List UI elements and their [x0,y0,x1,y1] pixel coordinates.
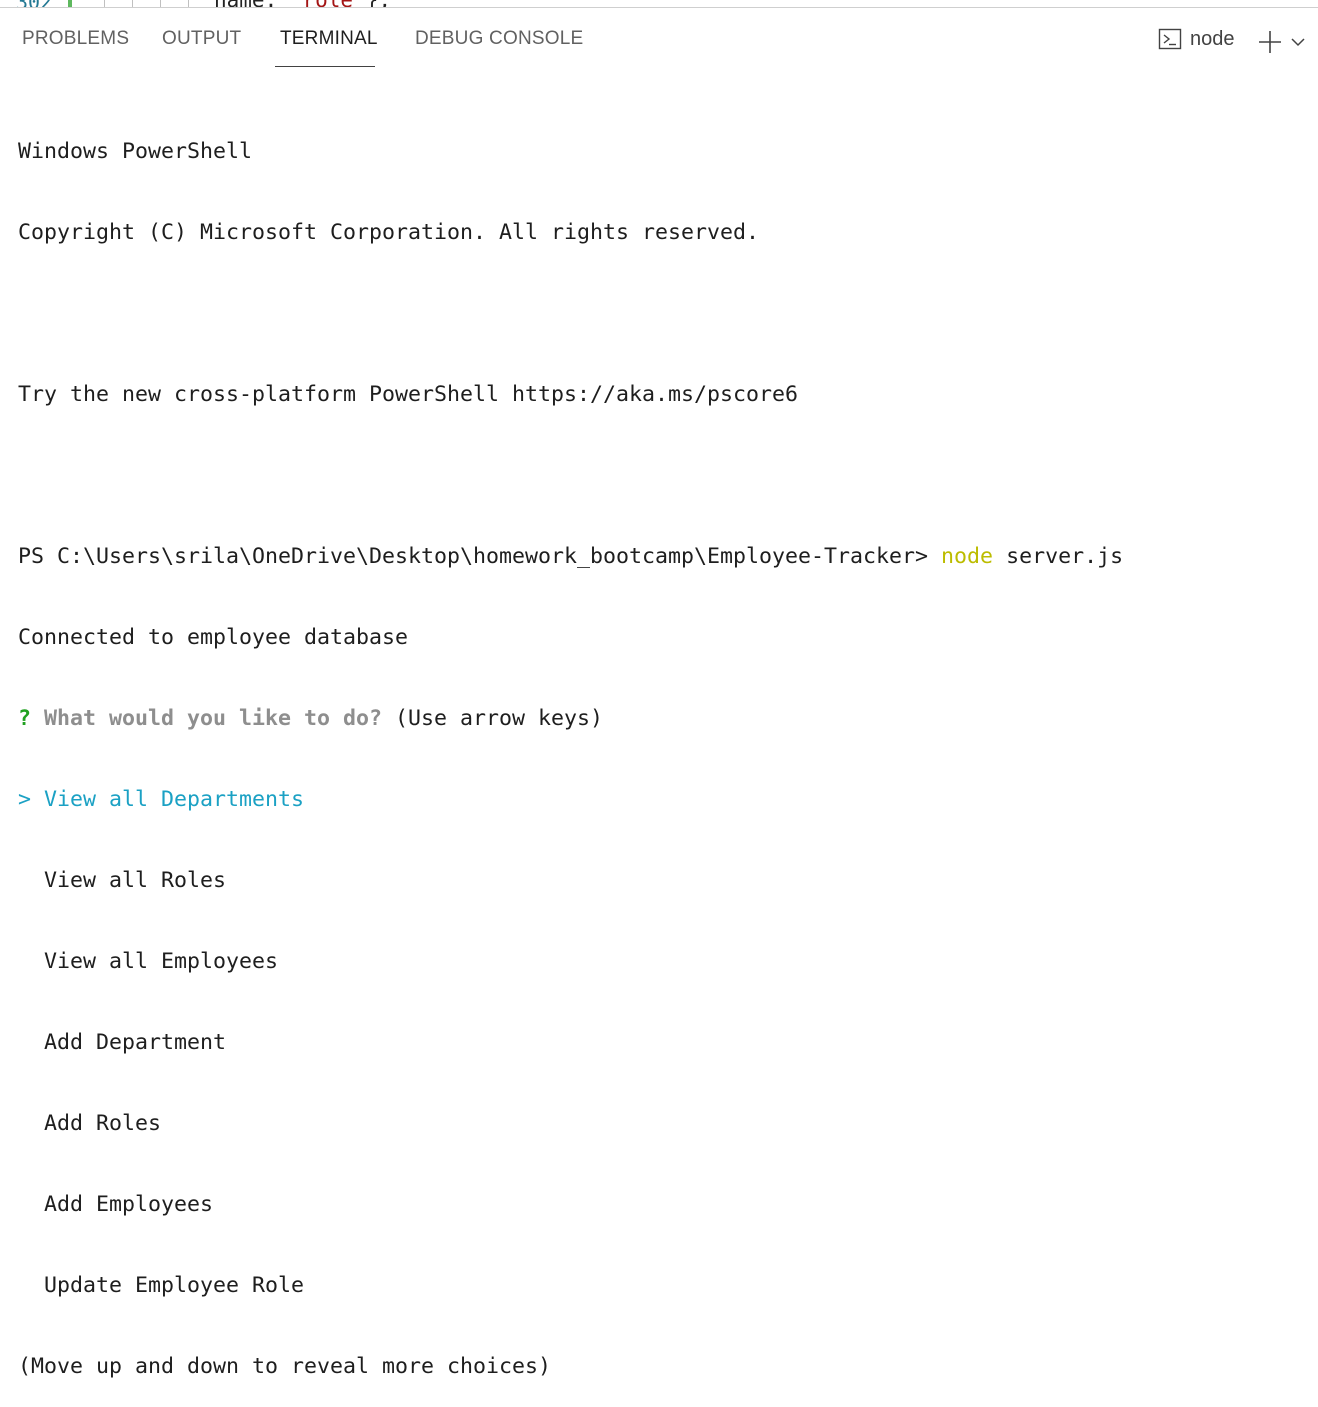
tab-output[interactable]: OUTPUT [162,8,241,67]
choice-label: Update Employee Role [44,1273,305,1298]
terminal-line-prompt: PS C:\Users\srila\OneDrive\Desktop\homew… [18,541,1308,572]
choice-label: Add Department [44,1030,227,1055]
choice-label: View all Roles [44,868,227,893]
menu-choice[interactable]: Add Roles [18,1108,1308,1139]
choice-label: Add Employees [44,1192,214,1217]
indent-guide [188,0,189,7]
code-suffix: }, [366,0,391,7]
terminal-line-more-hint: (Move up and down to reveal more choices… [18,1354,552,1379]
menu-choice[interactable]: Add Department [18,1027,1308,1058]
question-text: What would you like to do? [44,706,383,731]
prompt-path: PS C:\Users\srila\OneDrive\Desktop\homew… [18,544,942,569]
editor-peek: 302 name: 'role'}, [0,0,1318,8]
choice-label: Add Roles [44,1111,162,1136]
menu-choice-selected[interactable]: > View all Departments [18,784,1308,815]
choice-label: View all Employees [44,949,279,974]
tab-terminal[interactable]: TERMINAL [280,8,378,67]
tab-problems[interactable]: PROBLEMS [22,8,129,67]
terminal-icon [1158,28,1182,50]
terminal-line-connected: Connected to employee database [18,625,409,650]
indent-guide [132,0,133,7]
terminal-picker[interactable]: node [1158,26,1235,52]
chevron-down-icon[interactable] [1290,34,1306,50]
menu-choice[interactable]: View all Employees [18,946,1308,977]
code-string: 'role' [290,0,366,7]
terminal-line-copyright: Copyright (C) Microsoft Corporation. All… [18,220,760,245]
menu-choice[interactable]: Add Employees [18,1189,1308,1220]
line-number: 302 [16,0,52,7]
tab-debug-console[interactable]: DEBUG CONSOLE [415,8,583,67]
menu-choice[interactable]: View all Roles [18,865,1308,896]
prompt-args: server.js [993,544,1124,569]
indent-guide [160,0,161,7]
code-key: name: [214,0,290,7]
plus-icon[interactable] [1256,28,1284,56]
indent-guide [104,0,105,7]
git-modified-marker [68,0,72,7]
active-tab-indicator [275,66,375,67]
terminal-name: node [1190,27,1235,50]
choice-label: View all Departments [44,787,305,812]
menu-choice[interactable]: Update Employee Role [18,1270,1308,1301]
panel-header: PROBLEMS OUTPUT TERMINAL DEBUG CONSOLE n… [0,8,1318,70]
question-hint: (Use arrow keys) [382,706,604,731]
terminal-line-question: ? What would you like to do? (Use arrow … [18,703,1308,734]
terminal-line-banner-title: Windows PowerShell [18,139,253,164]
question-mark: ? [18,706,32,731]
terminal-output[interactable]: Windows PowerShell Copyright (C) Microso… [18,86,1308,1379]
terminal-line-try-new: Try the new cross-platform PowerShell ht… [18,382,799,407]
prompt-command: node [941,544,994,569]
choice-pointer: > [18,787,32,812]
code-line: name: 'role'}, [214,0,391,7]
